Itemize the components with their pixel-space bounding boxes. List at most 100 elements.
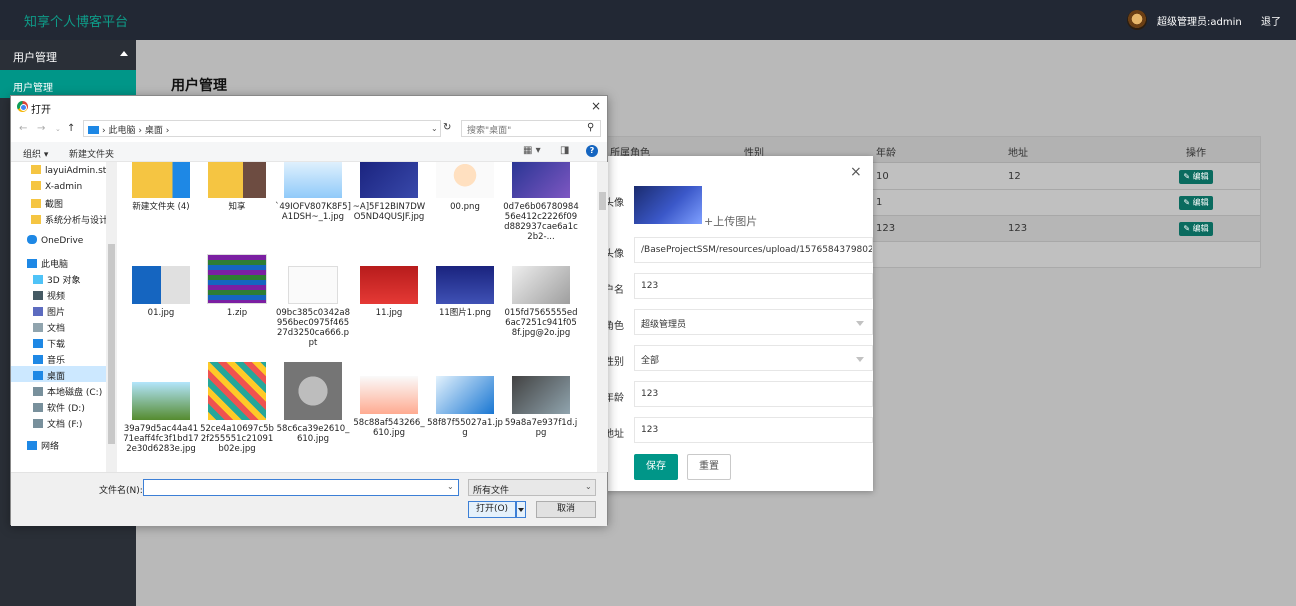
filename-input[interactable] bbox=[143, 479, 459, 496]
address-field[interactable]: 123 bbox=[634, 417, 873, 443]
image-thumbnail bbox=[208, 362, 266, 420]
edit-button-label: 编辑 bbox=[1192, 198, 1209, 207]
file-item[interactable]: 11图片1.png bbox=[427, 266, 503, 318]
nav-item-3d-objects[interactable]: 3D 对象 bbox=[33, 270, 117, 286]
age-field[interactable]: 123 bbox=[634, 381, 873, 407]
file-item[interactable]: 00.png bbox=[427, 162, 503, 212]
file-item[interactable]: 新建文件夹 (4) bbox=[123, 162, 199, 212]
file-item[interactable]: 01.jpg bbox=[123, 266, 199, 318]
nav-item-documents[interactable]: 文档 bbox=[33, 318, 117, 334]
chevron-down-icon[interactable]: ⌄ bbox=[447, 482, 454, 491]
up-arrow-icon[interactable]: ↑ bbox=[67, 123, 75, 134]
forward-arrow-icon[interactable]: → bbox=[37, 123, 45, 134]
file-item[interactable]: 0d7e6b0678098456e412c2226f09d882937cae6a… bbox=[503, 162, 579, 242]
image-thumbnail bbox=[436, 376, 494, 414]
breadcrumb-desktop[interactable]: 桌面 bbox=[145, 126, 163, 136]
nav-item-label: 软件 (D:) bbox=[47, 404, 85, 414]
breadcrumb-this-pc[interactable]: 此电脑 bbox=[108, 126, 135, 136]
file-item[interactable]: 09bc385c0342a8956bec0975f46527d3250ca666… bbox=[275, 266, 351, 348]
edit-button[interactable]: ✎ 编辑 bbox=[1179, 222, 1213, 236]
nav-item-drive-c[interactable]: 本地磁盘 (C:) bbox=[33, 382, 117, 398]
app-logo-title[interactable]: 知享个人博客平台 bbox=[24, 11, 128, 30]
chevron-down-icon[interactable]: ⌄ bbox=[431, 124, 438, 133]
nav-item-layuiadmin[interactable]: layuiAdmin.std bbox=[31, 162, 117, 178]
nav-item-label: 音乐 bbox=[47, 356, 66, 366]
search-icon[interactable]: ⚲ bbox=[587, 122, 594, 133]
sidebar-group-user-management[interactable]: 用户管理 bbox=[0, 40, 136, 70]
refresh-icon[interactable]: ↻ bbox=[443, 122, 451, 133]
file-item[interactable]: 11.jpg bbox=[351, 266, 427, 318]
open-options-dropdown[interactable] bbox=[516, 501, 526, 518]
nav-item-this-pc[interactable]: 此电脑 bbox=[27, 254, 117, 270]
dialog-title: 打开 bbox=[31, 105, 51, 116]
file-item[interactable]: 39a79d5ac44a4171eaff4fc3f1bd172e30d6283e… bbox=[123, 382, 199, 454]
close-icon[interactable]: × bbox=[850, 164, 862, 180]
admin-user-label[interactable]: 超级管理员:admin bbox=[1157, 13, 1242, 28]
organize-button[interactable]: 组织 ▾ bbox=[23, 147, 48, 160]
drive-icon bbox=[33, 403, 43, 412]
scrollbar-thumb[interactable] bbox=[599, 192, 606, 210]
nav-item-drive-f[interactable]: 文档 (F:) bbox=[33, 414, 117, 430]
folder-icon bbox=[132, 162, 190, 198]
view-options-icon[interactable]: ▦ ▾ bbox=[523, 145, 541, 156]
recent-locations-icon[interactable]: ⌄ bbox=[55, 125, 61, 133]
upload-image-button[interactable]: +上传图片 bbox=[704, 213, 757, 229]
search-input[interactable]: 搜索"桌面" bbox=[461, 120, 601, 137]
role-select[interactable]: 超级管理员 bbox=[634, 309, 873, 335]
gender-select[interactable]: 全部 bbox=[634, 345, 873, 371]
computer-icon bbox=[27, 259, 37, 268]
file-item[interactable]: 015fd7565555ed6ac7251c941f058f.jpg@2o.jp… bbox=[503, 266, 579, 338]
save-button[interactable]: 保存 bbox=[634, 454, 678, 480]
logout-link[interactable]: 退了 bbox=[1261, 13, 1281, 28]
network-icon bbox=[27, 441, 37, 450]
username-field[interactable]: 123 bbox=[634, 273, 873, 299]
file-item[interactable]: 58f87f55027a1.jpg bbox=[427, 376, 503, 438]
nav-item-label: OneDrive bbox=[41, 236, 84, 246]
preview-pane-icon[interactable]: ◨ bbox=[560, 145, 569, 156]
nav-item-network[interactable]: 网络 bbox=[27, 436, 117, 452]
file-item[interactable]: `49IOFV807K8F5]A1DSH~_1.jpg bbox=[275, 162, 351, 222]
nav-item-videos[interactable]: 视频 bbox=[33, 286, 117, 302]
help-icon[interactable]: ? bbox=[586, 145, 598, 157]
file-item[interactable]: 52ce4a10697c5b2f255551c21091b02e.jpg bbox=[199, 362, 275, 454]
file-item[interactable]: 知享 bbox=[199, 162, 275, 212]
file-item[interactable]: 1.zip bbox=[199, 254, 275, 318]
edit-button[interactable]: ✎ 编辑 bbox=[1179, 170, 1213, 184]
image-thumbnail bbox=[512, 266, 570, 304]
nav-item-label: 下载 bbox=[47, 340, 66, 350]
sidebar-item-user-management[interactable]: 用户管理 bbox=[0, 70, 136, 98]
avatar-path-field[interactable]: /BaseProjectSSM/resources/upload/1576584… bbox=[634, 237, 873, 263]
chevron-down-icon[interactable]: ⌄ bbox=[585, 482, 592, 491]
nav-item-screenshots[interactable]: 截图 bbox=[31, 194, 117, 210]
file-grid-scrollbar[interactable] bbox=[597, 162, 608, 472]
file-item[interactable]: ~A]5F12BIN7DWO5ND4QUSJF.jpg bbox=[351, 162, 427, 222]
scrollbar-thumb[interactable] bbox=[108, 244, 115, 444]
nav-item-downloads[interactable]: 下载 bbox=[33, 334, 117, 350]
file-item[interactable]: 59a8a7e937f1d.jpg bbox=[503, 376, 579, 438]
nav-item-desktop[interactable]: 桌面 bbox=[11, 366, 106, 382]
filetype-select[interactable]: 所有文件 bbox=[468, 479, 596, 496]
dialog-titlebar[interactable]: 打开 × bbox=[11, 96, 607, 118]
nav-item-label: 桌面 bbox=[47, 372, 66, 382]
address-bar[interactable]: › 此电脑 › 桌面 › bbox=[83, 120, 441, 137]
nav-item-system-analysis[interactable]: 系统分析与设计 bbox=[31, 210, 117, 226]
picture-icon bbox=[33, 307, 43, 316]
nav-item-music[interactable]: 音乐 bbox=[33, 350, 117, 366]
file-name: 新建文件夹 (4) bbox=[132, 202, 190, 212]
nav-item-pictures[interactable]: 图片 bbox=[33, 302, 117, 318]
reset-button[interactable]: 重置 bbox=[687, 454, 731, 480]
chevron-down-icon bbox=[856, 357, 864, 362]
file-item[interactable]: 58c88af543266_610.jpg bbox=[351, 376, 427, 438]
cancel-button[interactable]: 取消 bbox=[536, 501, 596, 518]
file-item[interactable]: 58c6ca39e2610_610.jpg bbox=[275, 362, 351, 444]
nav-item-label: 此电脑 bbox=[41, 260, 69, 270]
nav-item-onedrive[interactable]: OneDrive bbox=[27, 232, 117, 248]
open-button[interactable]: 打开(O) bbox=[468, 501, 516, 518]
new-folder-button[interactable]: 新建文件夹 bbox=[69, 147, 114, 160]
nav-item-drive-d[interactable]: 软件 (D:) bbox=[33, 398, 117, 414]
nav-pane-scrollbar[interactable] bbox=[106, 162, 117, 472]
edit-button[interactable]: ✎ 编辑 bbox=[1179, 196, 1213, 210]
back-arrow-icon[interactable]: ← bbox=[19, 123, 27, 134]
nav-item-x-admin[interactable]: X-admin bbox=[31, 178, 117, 194]
close-icon[interactable]: × bbox=[591, 99, 601, 113]
